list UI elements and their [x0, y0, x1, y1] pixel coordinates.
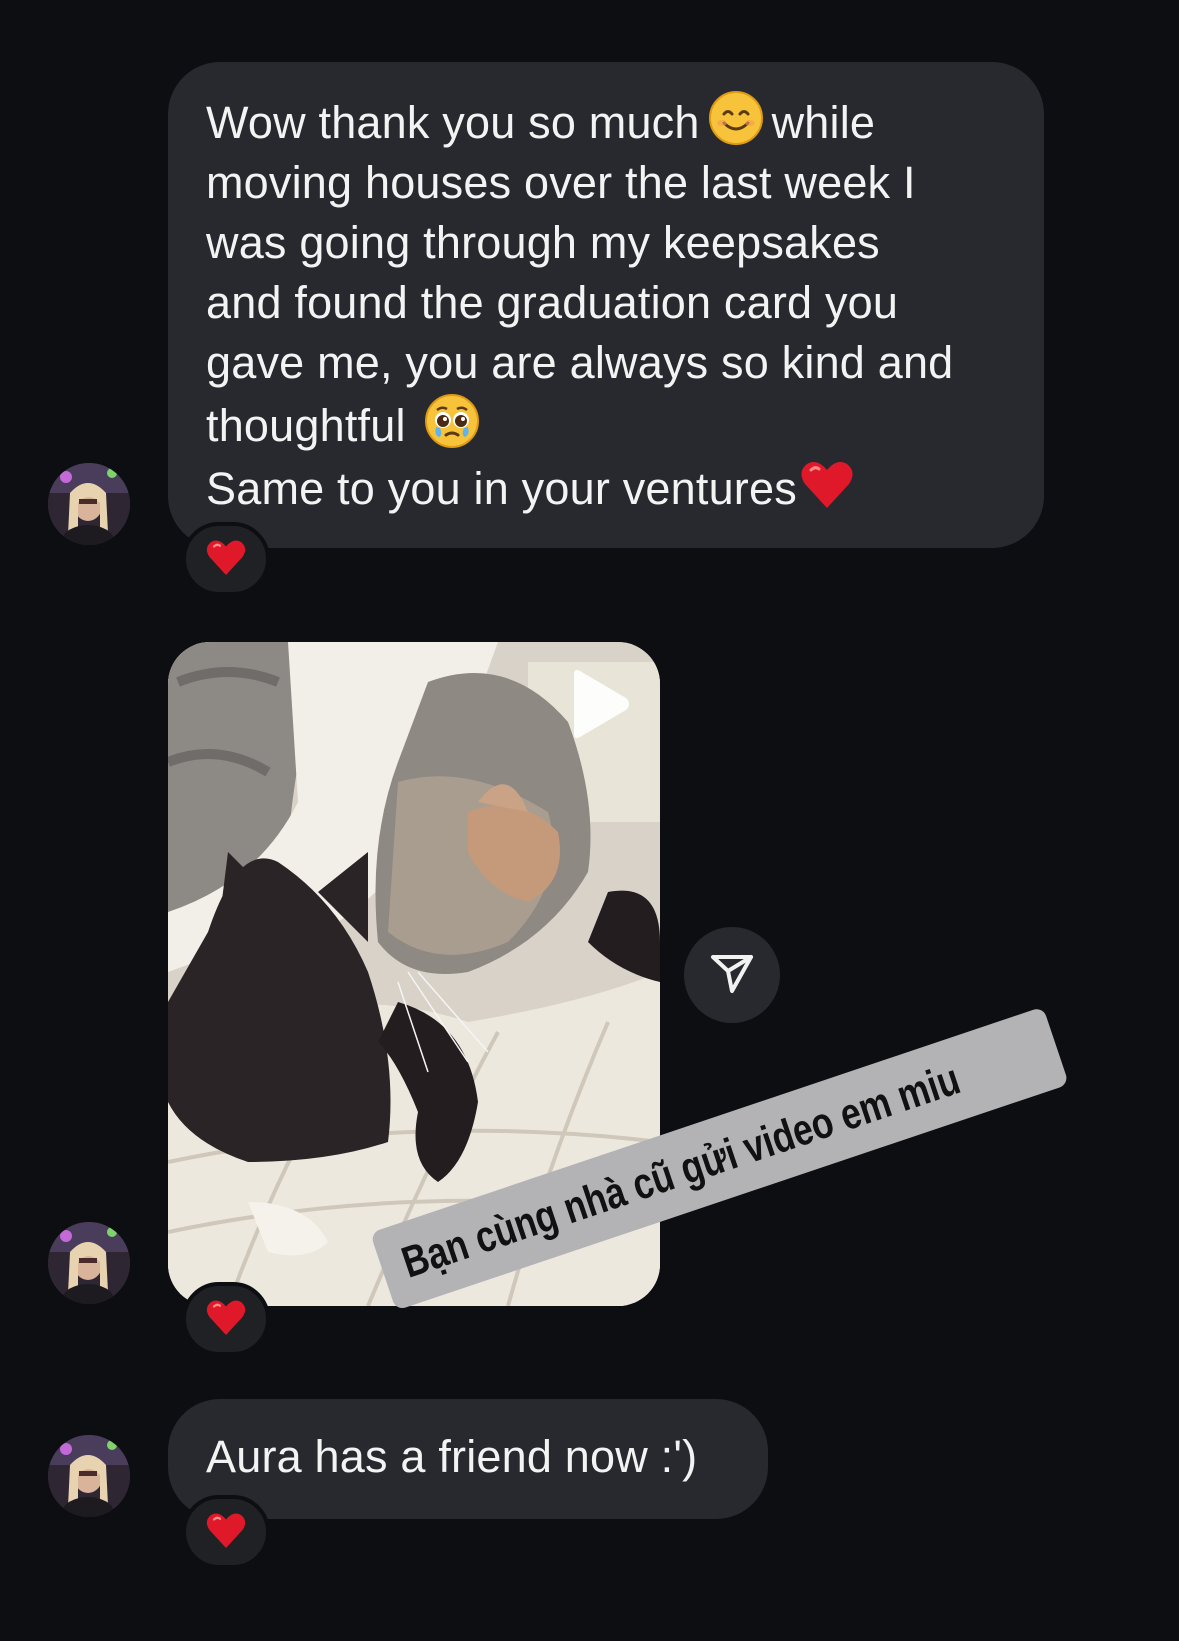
play-icon[interactable] — [566, 668, 632, 740]
message-line: was going through my keepsakes — [206, 217, 880, 268]
smiling-face-emoji-icon — [708, 90, 764, 146]
sender-avatar[interactable] — [48, 1435, 130, 1517]
red-heart-emoji-icon — [204, 1509, 248, 1556]
heart-reaction[interactable] — [182, 1495, 270, 1569]
message-line: gave me, you are always so kind and — [206, 337, 954, 388]
red-heart-emoji-icon — [799, 456, 855, 512]
send-icon — [708, 949, 756, 1002]
red-heart-emoji-icon — [204, 1296, 248, 1343]
message-line: moving houses over the last week I — [206, 157, 916, 208]
message-bubble[interactable]: Wow thank you so much while moving houses… — [168, 62, 1044, 548]
sender-avatar[interactable] — [48, 1222, 130, 1304]
red-heart-emoji-icon — [204, 536, 248, 583]
message-bubble[interactable]: Aura has a friend now :') — [168, 1399, 768, 1519]
pleading-face-emoji-icon — [424, 393, 480, 449]
message-text: Aura has a friend now :') — [206, 1431, 698, 1482]
heart-reaction[interactable] — [182, 1282, 270, 1356]
chat-thread: Wow thank you so much while moving houses… — [0, 0, 1179, 1641]
sender-avatar[interactable] — [48, 463, 130, 545]
message-line: thoughtful — [206, 393, 1008, 456]
share-button[interactable] — [684, 927, 780, 1023]
message-line: and found the graduation card you — [206, 277, 899, 328]
message-line: Wow thank you so much while — [206, 90, 1008, 153]
heart-reaction[interactable] — [182, 522, 270, 596]
message-line: Same to you in your ventures — [206, 456, 1008, 519]
